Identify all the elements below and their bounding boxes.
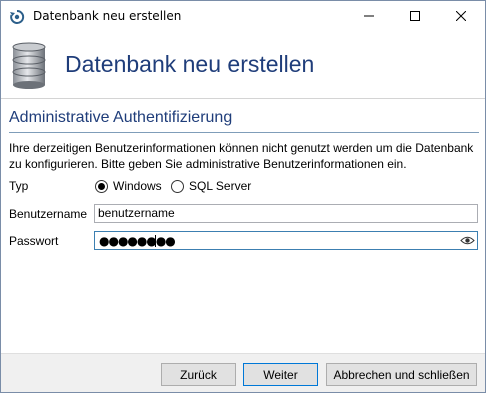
text-caret (155, 235, 156, 247)
radio-windows[interactable] (95, 180, 108, 193)
cancel-close-button[interactable]: Abbrechen und schließen (326, 363, 477, 386)
back-button[interactable]: Zurück (161, 363, 236, 386)
radio-sql-server-label[interactable]: SQL Server (189, 179, 251, 193)
password-value: ●●●●●●●● (99, 234, 176, 248)
database-icon (12, 42, 46, 89)
title-bar[interactable]: Datenbank neu erstellen (1, 1, 485, 31)
dialog-footer: Zurück Weiter Abbrechen und schließen (1, 353, 485, 392)
dialog-header: Datenbank neu erstellen (1, 31, 485, 99)
username-input[interactable]: benutzername (94, 204, 478, 223)
password-input[interactable]: ●●●●●●●● (94, 231, 478, 250)
section-description: Ihre derzeitigen Benutzerinformationen k… (9, 141, 474, 171)
close-button[interactable] (438, 1, 484, 31)
refresh-db-icon (10, 9, 25, 24)
dialog-window: Datenbank neu erstellen Datenbank neu er… (0, 0, 486, 393)
minimize-icon (364, 15, 374, 17)
minimize-button[interactable] (346, 1, 392, 31)
window-title: Datenbank neu erstellen (33, 9, 182, 23)
radio-sql-server[interactable] (171, 180, 184, 193)
eye-icon[interactable] (460, 234, 475, 247)
radio-windows-label[interactable]: Windows (113, 179, 162, 193)
section-divider (9, 132, 479, 133)
maximize-icon (410, 11, 420, 21)
password-label: Passwort (9, 234, 59, 248)
header-title: Datenbank neu erstellen (65, 51, 315, 77)
next-button[interactable]: Weiter (243, 363, 318, 386)
section-title: Administrative Authentifizierung (9, 109, 233, 126)
type-label: Typ (9, 179, 29, 193)
header-divider (1, 98, 485, 99)
username-label: Benutzername (9, 207, 88, 221)
maximize-button[interactable] (392, 1, 438, 31)
close-icon (456, 11, 466, 21)
